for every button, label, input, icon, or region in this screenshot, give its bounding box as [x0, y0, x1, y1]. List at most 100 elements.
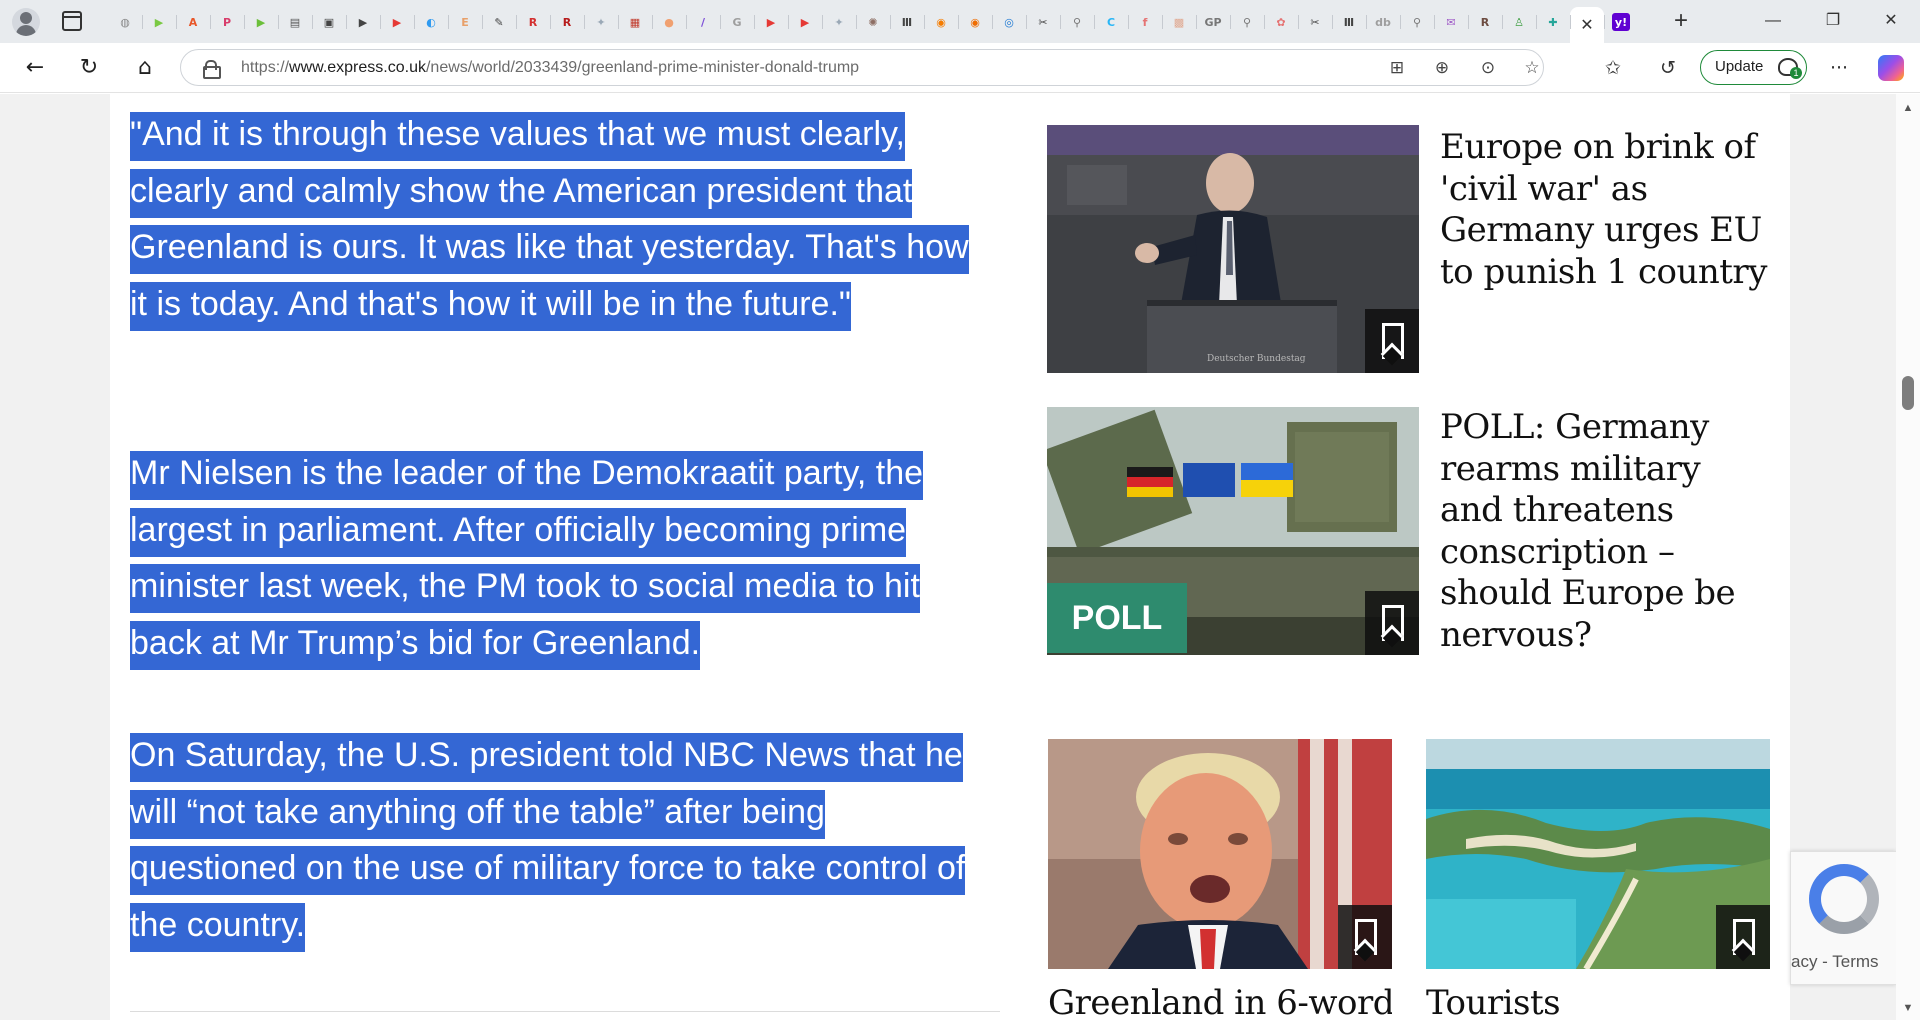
browser-tab[interactable]: P [210, 7, 244, 37]
story-title[interactable]: Europe on brink of 'civil war' as German… [1440, 127, 1770, 293]
browser-tab[interactable]: ▶ [346, 7, 380, 37]
browser-tab[interactable]: y! [1604, 7, 1638, 37]
recaptcha-badge[interactable]: acy - Terms [1790, 851, 1896, 985]
favorites-icon[interactable]: ✩ [1600, 55, 1626, 81]
browser-tab[interactable]: ✉ [1434, 7, 1468, 37]
close-tab-icon[interactable]: ✕ [1580, 15, 1593, 35]
zoom-icon[interactable]: ⊕ [1431, 57, 1453, 79]
browser-tab[interactable]: ▶ [380, 7, 414, 37]
browser-tab[interactable]: ✿ [1264, 7, 1298, 37]
browser-tab[interactable]: ◉ [958, 7, 992, 37]
browser-tab[interactable]: ✚ [1536, 7, 1570, 37]
browser-tab[interactable]: Ⅲ [890, 7, 924, 37]
update-button[interactable]: Update 1 [1700, 50, 1807, 85]
url-path: /news/world/2033439/greenland-prime-mini… [425, 59, 860, 76]
related-story[interactable]: POLL POLL: Germany rearms military and t… [1047, 407, 1767, 707]
browser-tab[interactable]: Ⅲ [1332, 7, 1366, 37]
scroll-down-arrow-icon[interactable]: ▼ [1900, 1000, 1916, 1016]
bookmark-icon[interactable] [1365, 591, 1419, 655]
browser-tab[interactable]: A [176, 7, 210, 37]
minimize-button[interactable]: — [1758, 8, 1788, 34]
browser-tab[interactable]: ▤ [278, 7, 312, 37]
selected-text[interactable]: "And it is through these values that we … [130, 112, 969, 332]
tab-e-icon: E [461, 15, 469, 29]
bookmark-icon[interactable] [1716, 905, 1770, 969]
browser-tab[interactable]: ▦ [618, 7, 652, 37]
browser-tab[interactable]: ▣ [312, 7, 346, 37]
browser-tab[interactable]: ✦ [584, 7, 618, 37]
browser-tab[interactable]: ✺ [856, 7, 890, 37]
selected-text[interactable]: On Saturday, the U.S. president told NBC… [130, 733, 966, 953]
browser-tab[interactable]: GP [1196, 7, 1230, 37]
tab-pen-icon: ✎ [494, 15, 504, 29]
browser-tab[interactable]: ▶ [754, 7, 788, 37]
close-window-button[interactable]: ✕ [1876, 8, 1906, 34]
article-paragraph: On Saturday, the U.S. president told NBC… [130, 727, 990, 954]
browser-tab[interactable]: / [686, 7, 720, 37]
scrollbar-thumb[interactable] [1902, 376, 1914, 410]
related-story[interactable]: Deutscher Bundestag Europe on brink of '… [1047, 125, 1767, 375]
browser-tab[interactable]: ⚲ [1230, 7, 1264, 37]
grid-story[interactable]: Greenland in 6-word [1048, 739, 1392, 1020]
tab-search1-icon: ⚲ [1072, 15, 1082, 29]
profile-avatar-icon[interactable] [12, 8, 40, 36]
app-available-icon[interactable]: ⊞ [1386, 57, 1408, 79]
tab-actions-icon[interactable] [62, 11, 82, 31]
add-favorite-icon[interactable]: ☆ [1521, 57, 1543, 79]
bookmark-icon[interactable] [1338, 905, 1392, 969]
back-button[interactable]: ← [20, 53, 50, 83]
tab-bars2-icon: Ⅲ [1343, 15, 1355, 29]
browser-tab[interactable]: ◍ [108, 7, 142, 37]
copilot-icon[interactable] [1878, 55, 1904, 81]
grid-story[interactable]: Tourists [1426, 739, 1770, 1020]
history-icon[interactable]: ↺ [1655, 55, 1681, 81]
url-text[interactable]: https://www.express.co.uk/news/world/203… [241, 59, 859, 77]
new-tab-button[interactable]: + [1666, 7, 1696, 37]
browser-essentials-icon[interactable]: ⊙ [1477, 57, 1499, 79]
story-thumbnail[interactable] [1048, 739, 1392, 969]
browser-tab[interactable]: E [448, 7, 482, 37]
home-button[interactable]: ⌂ [130, 53, 160, 83]
browser-tab[interactable]: C [1094, 7, 1128, 37]
browser-tab[interactable]: ✦ [822, 7, 856, 37]
reload-button[interactable]: ↻ [74, 53, 104, 83]
scrollbar-track[interactable] [1896, 94, 1920, 1020]
site-info-icon[interactable] [203, 60, 221, 79]
browser-tab[interactable]: ◎ [992, 7, 1026, 37]
browser-tab[interactable]: ⚲ [1400, 7, 1434, 37]
browser-tab[interactable]: ▶ [142, 7, 176, 37]
browser-tab[interactable]: f [1128, 7, 1162, 37]
browser-tab[interactable]: ✂ [1026, 7, 1060, 37]
browser-tab[interactable]: ▶ [788, 7, 822, 37]
selected-text[interactable]: Mr Nielsen is the leader of the Demokraa… [130, 451, 924, 671]
story-title[interactable]: Greenland in 6-word [1048, 983, 1392, 1020]
restore-button[interactable]: ❐ [1818, 8, 1848, 34]
browser-tab[interactable]: R [1468, 7, 1502, 37]
story-thumbnail[interactable]: Deutscher Bundestag [1047, 125, 1419, 373]
scroll-up-arrow-icon[interactable]: ▲ [1900, 100, 1916, 116]
story-title[interactable]: POLL: Germany rearms military and threat… [1440, 407, 1770, 656]
bookmark-icon[interactable] [1365, 309, 1419, 373]
recaptcha-privacy-terms[interactable]: acy - Terms [1791, 952, 1897, 972]
story-thumbnail[interactable] [1426, 739, 1770, 969]
browser-tab[interactable]: ◉ [924, 7, 958, 37]
article-paragraph: Mr Nielsen is the leader of the Demokraa… [130, 445, 990, 672]
tab-tool2-icon: ✂ [1310, 15, 1320, 29]
browser-tab[interactable]: ▶ [244, 7, 278, 37]
tab-r1-icon: R [528, 15, 538, 29]
browser-tab[interactable]: db [1366, 7, 1400, 37]
browser-tab[interactable]: G [720, 7, 754, 37]
browser-tab[interactable]: ● [652, 7, 686, 37]
browser-tab[interactable]: ▩ [1162, 7, 1196, 37]
browser-tab[interactable]: ♙ [1502, 7, 1536, 37]
browser-tab[interactable]: ✎ [482, 7, 516, 37]
browser-tab[interactable]: R [550, 7, 584, 37]
browser-tab[interactable]: ◐ [414, 7, 448, 37]
address-bar[interactable]: https://www.express.co.uk/news/world/203… [180, 49, 1544, 86]
browser-tab[interactable]: ✂ [1298, 7, 1332, 37]
active-tab[interactable]: ✕ [1570, 7, 1604, 43]
browser-tab[interactable]: R [516, 7, 550, 37]
story-title[interactable]: Tourists [1426, 983, 1770, 1020]
settings-menu-icon[interactable]: ··· [1826, 55, 1852, 81]
browser-tab[interactable]: ⚲ [1060, 7, 1094, 37]
